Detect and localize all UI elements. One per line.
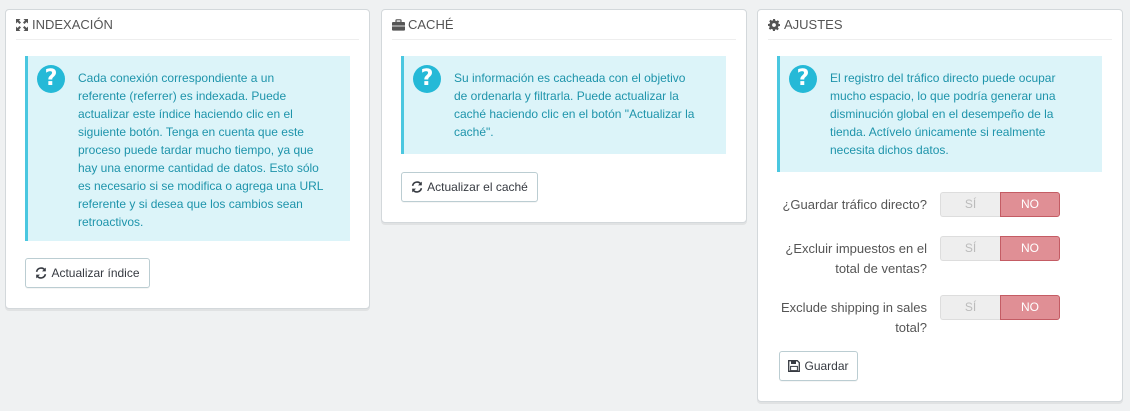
alert-line: disminución global en el desempeño de la bbox=[830, 107, 1054, 121]
exclude-taxes-label: ¿Excluir impuestos en el total de ventas… bbox=[785, 239, 927, 279]
alert-line: caché". bbox=[454, 125, 494, 139]
expand-arrows-icon bbox=[16, 18, 28, 31]
toggle-yes-option[interactable]: SÍ bbox=[940, 236, 1000, 261]
button-label: Guardar bbox=[804, 359, 849, 373]
exclude-taxes-toggle[interactable]: SÍ NO bbox=[940, 236, 1060, 261]
alert-line: mucho espacio, lo que podría generar una bbox=[830, 89, 1056, 103]
toggle-yes-option[interactable]: SÍ bbox=[940, 192, 1000, 217]
refresh-icon bbox=[411, 181, 423, 193]
info-alert: ? Su información es cacheada con el obje… bbox=[401, 56, 726, 154]
panel-title: CACHÉ bbox=[408, 17, 454, 32]
toggle-yes-option[interactable]: SÍ bbox=[940, 295, 1000, 320]
alert-line: Cada conexión correspondiente a un bbox=[78, 71, 275, 85]
button-label: Actualizar índice bbox=[51, 266, 140, 280]
question-circle-icon: ? bbox=[789, 65, 817, 93]
indexacion-panel: INDEXACIÓN ? Cada conexión correspondien… bbox=[5, 9, 370, 309]
alert-line: Su información es cacheada con el objeti… bbox=[454, 71, 686, 85]
alert-line: referente y si desea que los cambios sea… bbox=[78, 197, 303, 211]
alert-line: El registro del tráfico directo puede oc… bbox=[830, 71, 1056, 85]
info-alert: ? El registro del tráfico directo puede … bbox=[777, 56, 1102, 172]
label-line: ¿Guardar tráfico directo? bbox=[782, 197, 927, 212]
alert-line: hay una enorme cantidad de datos. Esto s… bbox=[78, 161, 319, 175]
button-label: Actualizar el caché bbox=[427, 180, 528, 194]
toggle-no-option[interactable]: NO bbox=[1000, 192, 1060, 217]
gear-icon bbox=[768, 18, 780, 31]
toggle-no-option[interactable]: NO bbox=[1000, 295, 1060, 320]
label-line: Exclude shipping in sales bbox=[781, 300, 927, 315]
panel-heading: INDEXACIÓN bbox=[16, 10, 359, 40]
alert-text: Su información es cacheada con el objeti… bbox=[454, 69, 710, 141]
alert-line: retroactivos. bbox=[78, 215, 144, 229]
refresh-icon bbox=[36, 267, 47, 279]
save-direct-traffic-toggle[interactable]: SÍ NO bbox=[940, 192, 1060, 217]
panel-heading: AJUSTES bbox=[768, 10, 1112, 40]
exclude-shipping-toggle[interactable]: SÍ NO bbox=[940, 295, 1060, 320]
question-circle-icon: ? bbox=[37, 65, 65, 93]
alert-text: Cada conexión correspondiente a un refer… bbox=[78, 69, 334, 231]
question-circle-icon: ? bbox=[413, 65, 441, 93]
alert-line: siguiente botón. Tenga en cuenta que est… bbox=[78, 125, 304, 139]
save-button[interactable]: Guardar bbox=[779, 351, 858, 381]
label-line: total? bbox=[895, 320, 927, 335]
panel-title: INDEXACIÓN bbox=[32, 17, 113, 32]
exclude-shipping-label: Exclude shipping in sales total? bbox=[781, 298, 927, 338]
save-direct-traffic-label: ¿Guardar tráfico directo? bbox=[782, 195, 927, 215]
alert-line: actualizar este índice haciendo clic en … bbox=[78, 107, 293, 121]
alert-text: El registro del tráfico directo puede oc… bbox=[830, 69, 1086, 159]
update-cache-button[interactable]: Actualizar el caché bbox=[401, 172, 538, 202]
toggle-no-option[interactable]: NO bbox=[1000, 236, 1060, 261]
panel-title: AJUSTES bbox=[784, 17, 843, 32]
panel-heading: CACHÉ bbox=[392, 10, 736, 40]
alert-line: de ordenarla y filtrarla. Puede actualiz… bbox=[454, 89, 679, 103]
update-index-button[interactable]: Actualizar índice bbox=[25, 258, 150, 288]
cache-panel: CACHÉ ? Su información es cacheada con e… bbox=[381, 9, 747, 223]
alert-line: proceso puede tardar mucho tiempo, ya qu… bbox=[78, 143, 314, 157]
alert-line: es necesario si se modifica o agrega una… bbox=[78, 179, 324, 193]
label-line: ¿Excluir impuestos en el bbox=[785, 241, 927, 256]
info-alert: ? Cada conexión correspondiente a un ref… bbox=[25, 56, 350, 241]
alert-line: necesita dichos datos. bbox=[830, 143, 949, 157]
alert-line: caché haciendo clic en el botón "Actuali… bbox=[454, 107, 695, 121]
floppy-disk-icon bbox=[788, 360, 801, 372]
label-line: total de ventas? bbox=[835, 261, 927, 276]
ajustes-panel: AJUSTES ? El registro del tráfico direct… bbox=[757, 9, 1123, 402]
briefcase-icon bbox=[392, 18, 405, 31]
alert-line: tienda. Actívelo únicamente si realmente bbox=[830, 125, 1046, 139]
alert-line: referente (referrer) es indexada. Puede bbox=[78, 89, 287, 103]
